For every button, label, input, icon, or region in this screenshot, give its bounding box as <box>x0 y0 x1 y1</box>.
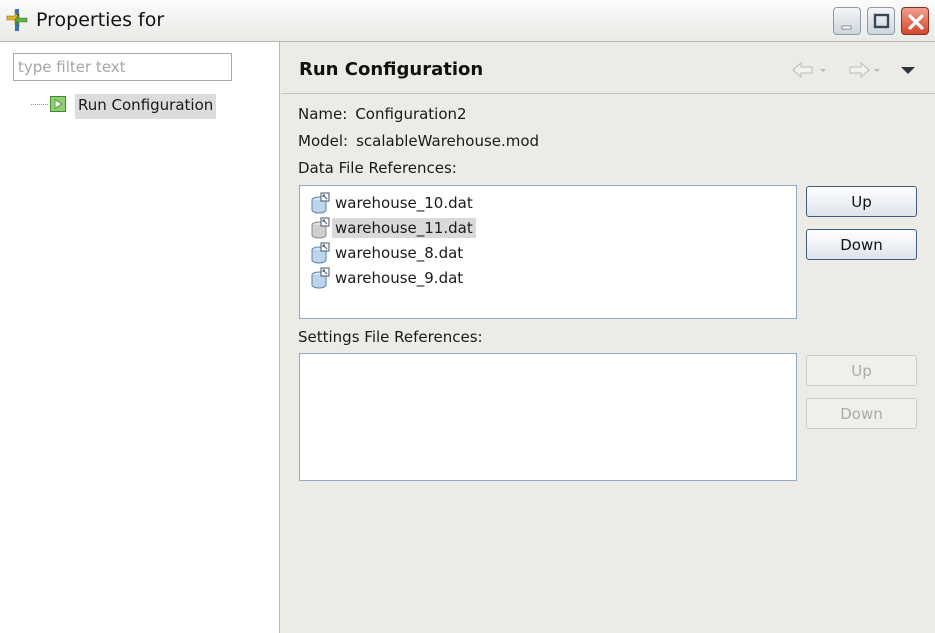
settings-file-references-label: Settings File References: <box>298 328 483 346</box>
maximize-button[interactable] <box>867 7 895 35</box>
maximize-icon <box>873 13 890 29</box>
model-row: Model: scalableWarehouse.mod <box>298 132 539 150</box>
close-button[interactable] <box>901 7 929 35</box>
model-value: scalableWarehouse.mod <box>356 132 540 150</box>
data-down-button[interactable]: Down <box>806 229 917 260</box>
data-file-name: warehouse_10.dat <box>335 194 473 212</box>
minimize-icon <box>841 25 852 30</box>
close-icon <box>908 14 924 30</box>
back-arrow-icon[interactable] <box>790 59 828 81</box>
run-configuration-icon <box>50 96 66 112</box>
name-row: Name: Configuration2 <box>298 105 467 123</box>
list-item[interactable]: warehouse_8.dat <box>310 241 466 265</box>
tree-connector <box>31 104 48 105</box>
page-title: Run Configuration <box>299 59 484 80</box>
settings-up-button[interactable]: Up <box>806 355 917 386</box>
name-label: Name: <box>298 105 348 123</box>
title-bar: Properties for <box>0 0 935 42</box>
name-value: Configuration2 <box>355 105 467 123</box>
data-file-name: warehouse_11.dat <box>332 218 476 238</box>
settings-down-button[interactable]: Down <box>806 398 917 429</box>
settings-file-list[interactable] <box>299 353 797 481</box>
filter-input[interactable] <box>13 53 232 81</box>
data-file-icon <box>311 267 330 289</box>
sidebar: Run Configuration <box>0 42 280 633</box>
model-label: Model: <box>298 132 349 150</box>
data-file-icon <box>311 192 330 214</box>
data-file-icon <box>311 242 330 264</box>
window-title: Properties for <box>36 9 165 31</box>
data-file-list[interactable]: warehouse_10.dat warehouse_11.dat wareho… <box>299 185 797 319</box>
list-item[interactable]: warehouse_10.dat <box>310 191 476 215</box>
page-header: Run Configuration <box>281 42 935 94</box>
view-menu-icon[interactable] <box>898 60 918 80</box>
list-item[interactable]: warehouse_11.dat <box>310 216 476 240</box>
forward-arrow-icon[interactable] <box>844 59 882 81</box>
minimize-button[interactable] <box>833 7 861 35</box>
list-item[interactable]: warehouse_9.dat <box>310 266 466 290</box>
data-file-name: warehouse_9.dat <box>335 269 464 287</box>
data-file-references-label: Data File References: <box>298 159 457 177</box>
data-up-button[interactable]: Up <box>806 186 917 217</box>
tree-item-run-configuration[interactable]: Run Configuration <box>75 94 217 119</box>
data-file-name: warehouse_8.dat <box>335 244 464 262</box>
app-icon <box>6 9 28 31</box>
data-file-icon <box>311 217 330 239</box>
properties-page: Run Configuration Name: Configuration2 Mo… <box>281 42 935 633</box>
